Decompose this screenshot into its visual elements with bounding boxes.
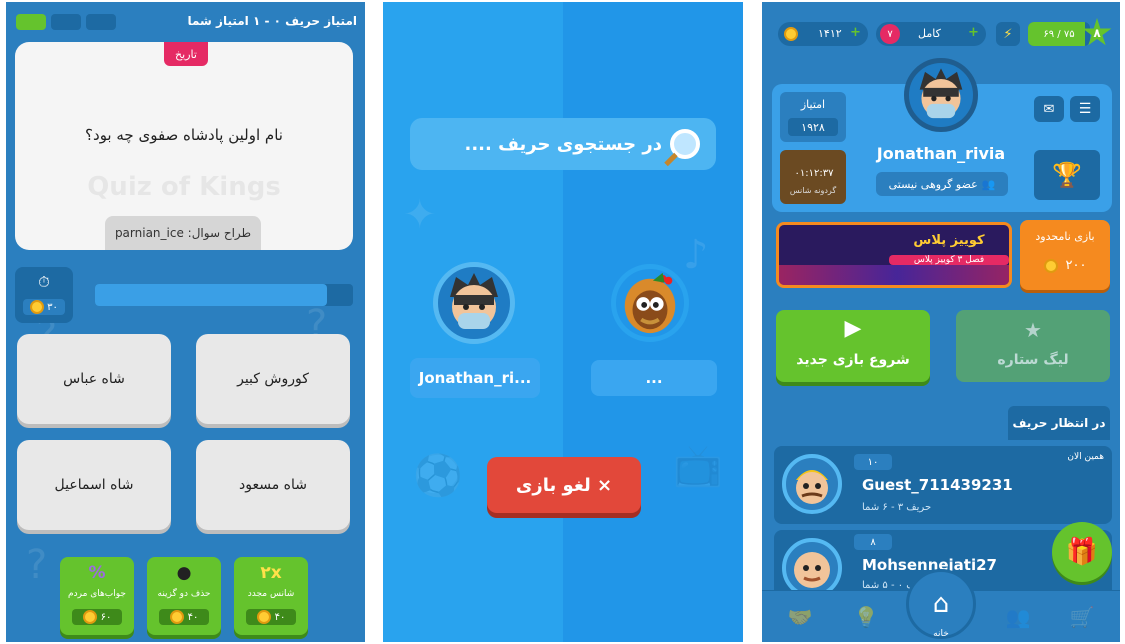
answer-option[interactable]: شاه عباس bbox=[17, 334, 171, 424]
powerup-label: حذف دو گزینه bbox=[157, 589, 211, 599]
cart-icon[interactable]: 🛒 bbox=[1066, 603, 1098, 631]
question-designer: طراح سوال: parnian_ice bbox=[105, 216, 261, 250]
player-face-icon bbox=[450, 273, 498, 329]
nav-home-label: خانه bbox=[933, 629, 949, 639]
group-status-button[interactable]: 👥 عضو گروهی نیستی bbox=[876, 172, 1008, 196]
friends-icon[interactable]: 👥 bbox=[1002, 603, 1034, 631]
answer-option[interactable]: شاه مسعود bbox=[196, 440, 350, 530]
timer-bar-track bbox=[95, 284, 353, 306]
profile-avatar[interactable] bbox=[904, 58, 978, 132]
menu-icon[interactable]: ☰ bbox=[1070, 96, 1100, 122]
powerup-label: شانس مجدد bbox=[247, 589, 295, 599]
powerup-cost: ۴۰ bbox=[159, 609, 209, 625]
round-indicator-pending bbox=[51, 14, 81, 30]
group-icon: 👥 bbox=[981, 177, 996, 191]
trophy-icon[interactable]: 🏆 bbox=[1034, 150, 1100, 200]
star-icon: ★ bbox=[1024, 318, 1042, 342]
answer-option[interactable]: شاه اسماعیل bbox=[17, 440, 171, 530]
profile-card: امتیاز ۱۹۲۸ ۰۱:۱۲:۳۷ گردونه شانس Jonatha… bbox=[772, 58, 1112, 212]
matchmaking-screen: ✦ ♪ ⚽ 📺 در جستجوی حریف .... Jonathan_ri.… bbox=[383, 2, 743, 642]
opponent-username: Guest_711439231 bbox=[862, 476, 1013, 494]
game-time: همین الان bbox=[1067, 452, 1104, 462]
wheel-timer: ۰۱:۱۲:۳۷ bbox=[794, 168, 834, 179]
idea-icon[interactable]: 💡 bbox=[850, 603, 882, 631]
xp-bar: ۶۹ / ۷۵ bbox=[1028, 22, 1090, 46]
home-screen: ۱۴۱۲ + ۷ کامل + ⚡ ۶۹ / ۷۵ ۸ امتیاز ۱۹۲۸ … bbox=[762, 2, 1120, 642]
question-text: نام اولین پادشاه صفوی چه بود؟ bbox=[85, 126, 283, 144]
bald-face-icon bbox=[794, 552, 830, 588]
wheel-label: گردونه شانس bbox=[789, 186, 837, 195]
play-icon: ▶ bbox=[844, 316, 862, 341]
player-name: Jonathan_ri... bbox=[410, 358, 540, 398]
cancel-game-button[interactable]: × لغو بازی bbox=[487, 457, 641, 513]
mail-icon[interactable]: ✉ bbox=[1034, 96, 1064, 122]
luck-wheel-button[interactable]: ۰۱:۱۲:۳۷ گردونه شانس bbox=[780, 150, 846, 204]
double-chance-icon: ۲x bbox=[260, 563, 282, 583]
opponent-name: ... bbox=[591, 360, 717, 396]
coin-icon bbox=[169, 610, 184, 624]
powerup-remove-two[interactable]: ● حذف دو گزینه ۴۰ bbox=[147, 557, 221, 635]
match-score: امتیاز حریف ۰ - ۱ امتیاز شما bbox=[187, 14, 358, 28]
opponent-avatar bbox=[611, 264, 689, 342]
timer-cost: ۳۰ bbox=[23, 299, 65, 315]
opponent-face-icon bbox=[624, 272, 676, 334]
profile-username: Jonathan_rivia bbox=[876, 144, 1006, 163]
percent-icon: % bbox=[88, 563, 106, 583]
round-indicator-pending bbox=[86, 14, 116, 30]
banner-title: کوییز پلاس bbox=[913, 233, 985, 248]
banner-subtitle: فصل ۳ کوییز پلاس bbox=[889, 255, 1009, 265]
coins-counter[interactable]: ۱۴۱۲ + bbox=[778, 22, 868, 46]
bomb-icon: ● bbox=[176, 563, 192, 583]
gift-icon[interactable]: 🎁 bbox=[1052, 522, 1112, 582]
game-score: حریف ۳ - ۶ شما bbox=[862, 502, 932, 513]
answer-option[interactable]: کوروش کبیر bbox=[196, 334, 350, 424]
player-face-icon bbox=[919, 68, 963, 119]
magnifier-icon bbox=[664, 129, 700, 167]
coin-icon bbox=[1043, 258, 1058, 273]
question-card: تاریخ Quiz of Kings نام اولین پادشاه صفو… bbox=[15, 42, 353, 250]
player-avatar bbox=[433, 262, 515, 344]
round-indicator-won bbox=[16, 14, 46, 30]
quiz-plus-banner[interactable]: کوییز پلاس فصل ۳ کوییز پلاس bbox=[776, 222, 1012, 288]
helmet-face-icon bbox=[796, 470, 828, 504]
opponent-avatar bbox=[782, 538, 842, 598]
new-game-button[interactable]: ▶ شروع بازی جدید bbox=[776, 310, 930, 382]
powerup-cost: ۶۰ bbox=[72, 609, 122, 625]
search-status-bar: در جستجوی حریف .... bbox=[410, 118, 716, 170]
quiz-screen: ? ? ? امتیاز حریف ۰ - ۱ امتیاز شما تاریخ… bbox=[6, 2, 365, 642]
coin-icon bbox=[30, 300, 45, 314]
powerup-label: جواب‌های مردم bbox=[68, 589, 126, 599]
lives-counter[interactable]: ۷ کامل + bbox=[876, 22, 986, 46]
unlimited-game-button[interactable]: بازی نامحدود ۲۰۰ bbox=[1020, 220, 1110, 290]
timer-box[interactable]: ⏱ ۳۰ bbox=[15, 267, 73, 323]
watermark-logo: Quiz of Kings bbox=[87, 172, 281, 202]
coin-icon bbox=[784, 27, 798, 41]
heart-icon: ۷ bbox=[880, 24, 900, 44]
handshake-icon[interactable]: 🤝 bbox=[784, 603, 816, 631]
category-badge: تاریخ bbox=[164, 42, 208, 66]
powerup-cost: ۴۰ bbox=[246, 609, 296, 625]
waiting-section-title: در انتظار حریف bbox=[1008, 406, 1110, 440]
powerup-audience[interactable]: % جواب‌های مردم ۶۰ bbox=[60, 557, 134, 635]
bottom-nav: 🤝 💡 ⌂ خانه 👥 🛒 bbox=[762, 569, 1120, 642]
coin-icon bbox=[82, 610, 97, 624]
stopwatch-icon: ⏱ bbox=[38, 273, 50, 291]
add-lives-icon: + bbox=[968, 25, 979, 40]
game-list-item[interactable]: ۱۰ همین الان Guest_711439231 حریف ۳ - ۶ … bbox=[774, 446, 1112, 524]
coin-icon bbox=[256, 610, 271, 624]
add-coins-icon: + bbox=[850, 25, 861, 40]
game-round-badge: ۱۰ bbox=[854, 454, 892, 470]
score-box: امتیاز ۱۹۲۸ bbox=[780, 92, 846, 142]
star-league-button[interactable]: ★ لیگ ستاره bbox=[956, 310, 1110, 382]
powerup-second-chance[interactable]: ۲x شانس مجدد ۴۰ bbox=[234, 557, 308, 635]
opponent-avatar bbox=[782, 454, 842, 514]
lightning-icon[interactable]: ⚡ bbox=[996, 22, 1020, 46]
game-round-badge: ۸ bbox=[854, 534, 892, 550]
search-status-text: در جستجوی حریف .... bbox=[464, 133, 662, 155]
timer-bar-fill bbox=[95, 284, 328, 306]
